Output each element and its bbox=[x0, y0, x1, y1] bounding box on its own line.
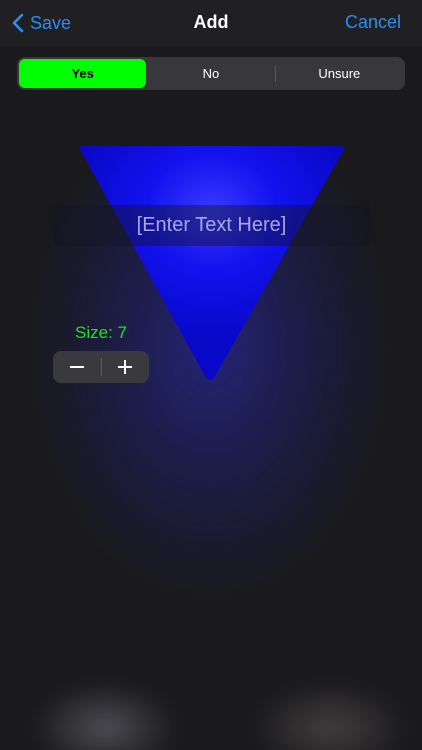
navigation-bar: Save Add Cancel bbox=[0, 0, 422, 46]
minus-icon bbox=[69, 366, 84, 368]
size-stepper bbox=[53, 351, 149, 383]
answer-segmented-control: Yes No Unsure bbox=[17, 57, 405, 90]
background-glow bbox=[250, 680, 410, 750]
background-glow bbox=[30, 680, 180, 750]
text-placeholder: [Enter Text Here] bbox=[136, 214, 287, 236]
cancel-button[interactable]: Cancel bbox=[345, 12, 401, 33]
increment-button[interactable] bbox=[102, 351, 150, 383]
screen: Save Add Cancel Yes No Unsure [Enter Tex… bbox=[0, 0, 422, 750]
triangle-shape[interactable] bbox=[72, 140, 352, 385]
decrement-button[interactable] bbox=[53, 351, 101, 383]
size-label: Size: 7 bbox=[75, 323, 127, 342]
segment-no[interactable]: No bbox=[147, 59, 274, 88]
plus-icon bbox=[118, 360, 133, 374]
segment-unsure[interactable]: Unsure bbox=[276, 59, 403, 88]
text-input-field[interactable]: [Enter Text Here] bbox=[53, 205, 370, 246]
segment-yes[interactable]: Yes bbox=[19, 59, 147, 88]
